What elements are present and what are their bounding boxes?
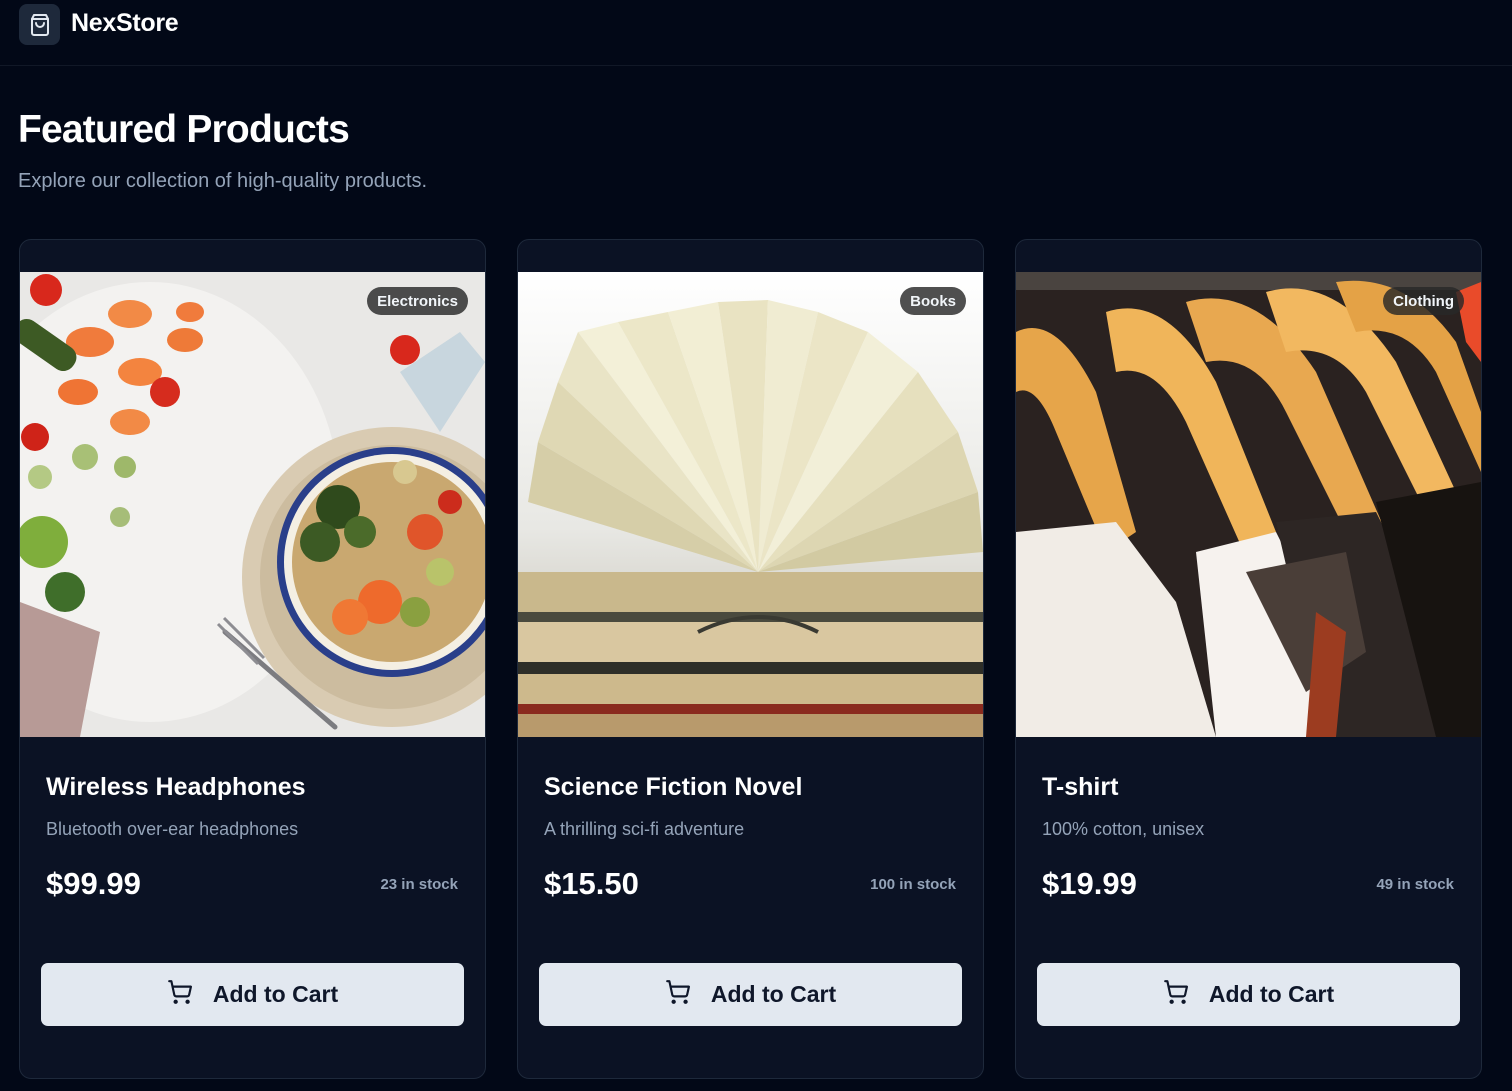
add-to-cart-button[interactable]: Add to Cart — [1037, 963, 1460, 1026]
product-description: Bluetooth over-ear headphones — [46, 819, 299, 839]
product-card: Electronics Wireless Headphones Bluetoot… — [19, 239, 486, 1079]
product-price: $99.99 — [46, 866, 141, 901]
product-image — [1016, 272, 1481, 737]
shopping-cart-icon — [665, 979, 691, 1011]
product-name: Wireless Headphones — [46, 773, 306, 801]
stock-count: 49 in stock — [1376, 876, 1454, 893]
page-subtitle: Explore our collection of high-quality p… — [18, 170, 428, 192]
product-name: T-shirt — [1042, 773, 1119, 801]
site-header: NexStore — [0, 0, 1512, 66]
stock-count: 23 in stock — [380, 876, 458, 893]
shopping-cart-icon — [167, 979, 193, 1011]
page-title: Featured Products — [18, 108, 350, 151]
product-description: 100% cotton, unisex — [1042, 819, 1205, 839]
add-to-cart-label: Add to Cart — [1208, 981, 1335, 1007]
brand-name[interactable]: NexStore — [71, 9, 179, 38]
add-to-cart-button[interactable]: Add to Cart — [539, 963, 962, 1026]
shopping-bag-icon[interactable] — [19, 4, 60, 45]
product-image — [20, 272, 485, 737]
shopping-cart-icon — [1163, 979, 1189, 1011]
category-badge: Clothing — [1383, 287, 1464, 315]
product-card: Clothing T-shirt 100% cotton, unisex $19… — [1015, 239, 1482, 1079]
product-price: $19.99 — [1042, 866, 1137, 901]
add-to-cart-button[interactable]: Add to Cart — [41, 963, 464, 1026]
product-image — [518, 272, 983, 737]
add-to-cart-label: Add to Cart — [212, 981, 339, 1007]
add-to-cart-label: Add to Cart — [710, 981, 837, 1007]
product-price: $15.50 — [544, 866, 639, 901]
category-badge: Books — [900, 287, 966, 315]
product-card: Books Science Fiction Novel A thrilling … — [517, 239, 984, 1079]
stock-count: 100 in stock — [870, 876, 956, 893]
product-description: A thrilling sci-fi adventure — [544, 819, 745, 839]
category-badge: Electronics — [367, 287, 468, 315]
product-name: Science Fiction Novel — [544, 773, 803, 801]
